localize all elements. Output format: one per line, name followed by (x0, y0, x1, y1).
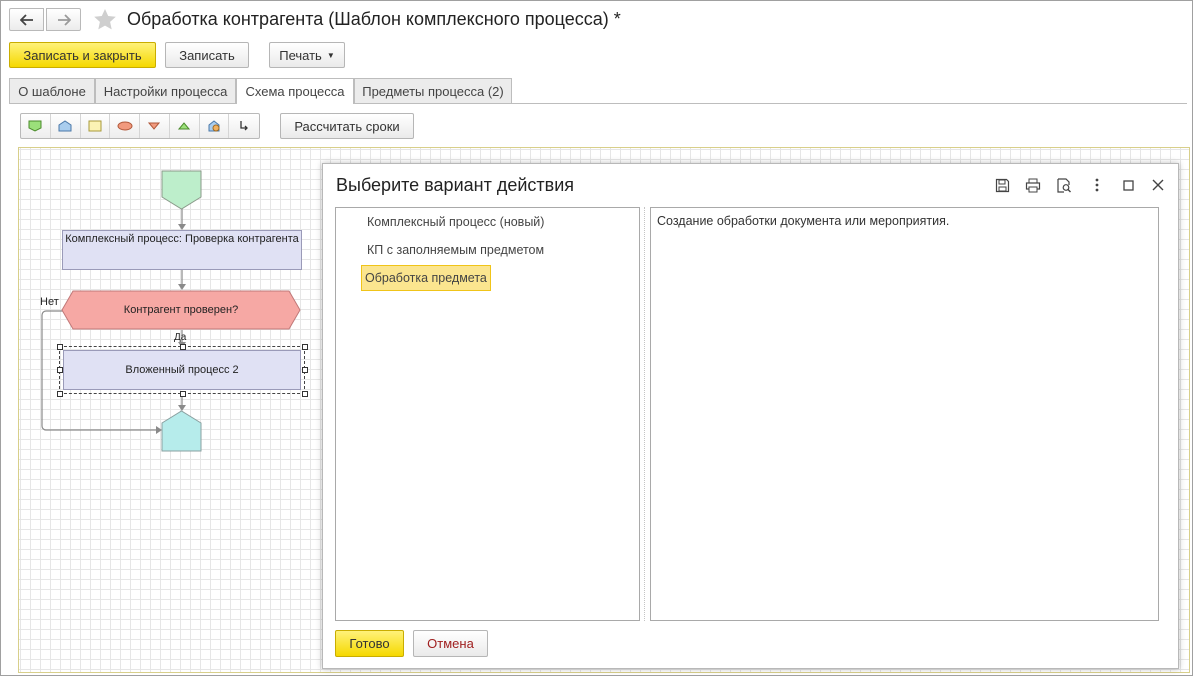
dialog-title: Выберите вариант действия (336, 175, 574, 195)
star-icon (94, 9, 116, 30)
action-icon (88, 120, 102, 132)
tab-underline (9, 103, 1187, 104)
choose-action-dialog: Выберите вариант действия Комплексный пр… (322, 163, 1179, 669)
ok-button[interactable]: Готово (335, 630, 404, 657)
save-icon[interactable] (992, 176, 1012, 194)
condition-tool[interactable] (110, 114, 140, 138)
save-button[interactable]: Записать (165, 42, 249, 68)
save-and-close-button[interactable]: Записать и закрыть (9, 42, 156, 68)
print-button[interactable]: Печать ▼ (269, 42, 345, 68)
description-text: Создание обработки документа или меропри… (657, 214, 950, 228)
preview-icon[interactable] (1054, 176, 1074, 194)
resize-handle[interactable] (180, 391, 186, 397)
list-item[interactable]: КП с заполняемым предметом (364, 239, 547, 261)
end-point-icon (58, 120, 72, 132)
condition-icon (117, 121, 133, 131)
tab-subjects[interactable]: Предметы процесса (2) (354, 78, 512, 103)
condition-node[interactable]: Контрагент проверен? (61, 290, 301, 330)
tab-about[interactable]: О шаблоне (9, 78, 95, 103)
cancel-button[interactable]: Отмена (413, 630, 488, 657)
close-icon[interactable] (1148, 176, 1168, 194)
end-node[interactable] (161, 410, 203, 452)
back-button[interactable] (9, 8, 44, 31)
favorite-button[interactable] (93, 8, 117, 34)
connector-icon (240, 121, 249, 131)
maximize-icon[interactable] (1118, 176, 1138, 194)
arrow-left-icon (19, 13, 33, 26)
resize-handle[interactable] (57, 344, 63, 350)
arrow-right-icon (57, 13, 71, 26)
resize-handle[interactable] (180, 344, 186, 350)
resize-handle[interactable] (302, 391, 308, 397)
nested-process-selection: Вложенный процесс 2 (59, 346, 305, 394)
no-branch-label: Нет (40, 296, 59, 308)
start-node[interactable] (161, 170, 203, 210)
split-tool[interactable] (140, 114, 170, 138)
start-point-icon (28, 120, 42, 132)
resize-handle[interactable] (57, 391, 63, 397)
calculate-deadlines-button[interactable]: Рассчитать сроки (280, 113, 414, 139)
subprocess-icon (208, 120, 220, 132)
resize-handle[interactable] (302, 344, 308, 350)
list-item-selected[interactable]: Обработка предмета (361, 265, 491, 291)
end-point-tool[interactable] (51, 114, 81, 138)
resize-handle[interactable] (302, 367, 308, 373)
more-actions-icon[interactable] (1087, 176, 1107, 194)
list-item[interactable]: Комплексный процесс (новый) (364, 211, 547, 233)
process-node[interactable]: Комплексный процесс: Проверка контрагент… (62, 230, 302, 270)
schema-toolbar (20, 113, 260, 139)
forward-button[interactable] (46, 8, 81, 31)
start-point-tool[interactable] (21, 114, 51, 138)
tab-schema[interactable]: Схема процесса (236, 78, 354, 104)
merge-tool[interactable] (170, 114, 200, 138)
merge-icon (178, 122, 191, 130)
action-tool[interactable] (81, 114, 111, 138)
print-icon[interactable] (1023, 176, 1043, 194)
nested-process-node[interactable]: Вложенный процесс 2 (63, 350, 301, 390)
action-list[interactable]: Комплексный процесс (новый) КП с заполня… (335, 207, 640, 621)
connector-tool[interactable] (229, 114, 259, 138)
chevron-down-icon: ▼ (326, 50, 335, 60)
tab-settings[interactable]: Настройки процесса (95, 78, 236, 103)
yes-branch-label: Да (174, 332, 187, 343)
split-icon (148, 122, 161, 130)
print-label: Печать (279, 47, 322, 63)
subprocess-tool[interactable] (200, 114, 230, 138)
page-title: Обработка контрагента (Шаблон комплексно… (127, 9, 621, 29)
splitter[interactable] (644, 207, 645, 621)
description-panel: Создание обработки документа или меропри… (650, 207, 1159, 621)
resize-handle[interactable] (57, 367, 63, 373)
